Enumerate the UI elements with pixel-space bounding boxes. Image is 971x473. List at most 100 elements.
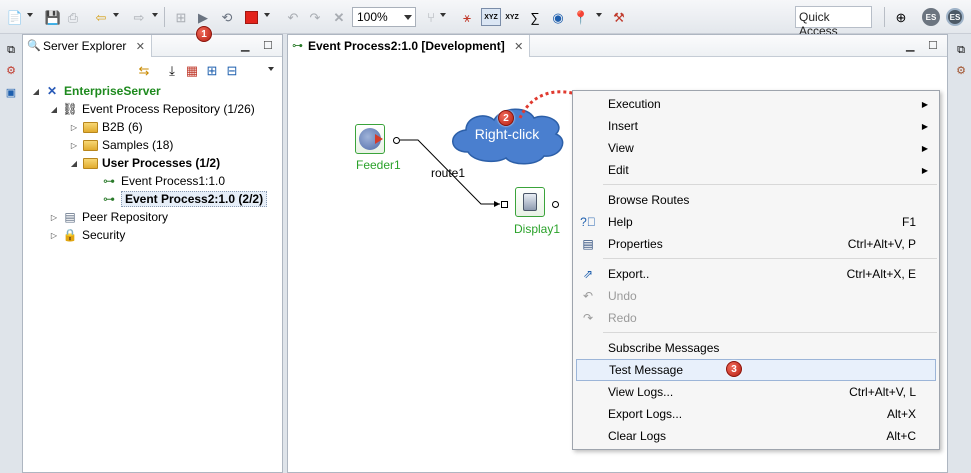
menu-item-redo[interactable]: ↷ Redo [576, 307, 936, 329]
tree-item-samples[interactable]: ▷ Samples (18) [69, 136, 173, 154]
tree-item-event-process-2[interactable]: ⊶ Event Process2:1.0 (2/2) [101, 190, 268, 208]
display-input-port[interactable] [501, 201, 508, 208]
print-icon[interactable]: ⎙ [64, 8, 82, 26]
expand-all-icon[interactable]: ⊞ [203, 61, 221, 79]
wand-icon[interactable]: ⚒ [610, 8, 628, 26]
menu-item-subscribe-messages[interactable]: Subscribe Messages [576, 337, 936, 359]
new-dropdown-arrow[interactable] [27, 13, 33, 17]
tree-item-event-process-repository[interactable]: ◢ ⛓ Event Process Repository (1/26) [49, 100, 255, 118]
menu-item-undo[interactable]: ↶ Undo [576, 285, 936, 307]
menu-item-label: Undo [608, 289, 637, 303]
open-perspective-icon[interactable]: ⊕ [892, 8, 910, 26]
feeder-node[interactable] [355, 124, 385, 154]
collapse-all-icon[interactable]: ⊟ [223, 61, 241, 79]
menu-item-label: View Logs... [608, 385, 674, 399]
menu-item-help[interactable]: ?⃝ Help F1 [576, 211, 936, 233]
menu-item-label: Test Message [609, 363, 684, 377]
monitor-icon[interactable]: ▣ [3, 84, 19, 100]
save-icon[interactable]: 💾 [44, 8, 62, 26]
stop-dropdown-arrow[interactable] [264, 13, 270, 17]
formula-icon[interactable]: ∑ [526, 8, 544, 26]
feeder-output-port[interactable] [393, 137, 400, 144]
minimize-icon[interactable]: ▁ [241, 39, 249, 52]
target-icon[interactable]: ◉ [549, 8, 567, 26]
stop-icon[interactable] [242, 8, 260, 26]
expanded-icon[interactable]: ◢ [31, 87, 41, 96]
forward-dropdown-arrow[interactable] [152, 13, 158, 17]
submenu-arrow-icon: ▶ [921, 143, 928, 153]
menu-item-edit[interactable]: Edit ▶ [576, 159, 936, 181]
tree-label: EnterpriseServer [64, 84, 161, 98]
maximize-icon[interactable]: ☐ [928, 39, 938, 52]
menu-item-insert[interactable]: Insert ▶ [576, 115, 936, 137]
menu-item-properties[interactable]: ▤ Properties Ctrl+Alt+V, P [576, 233, 936, 255]
new-icon[interactable]: 📄 [6, 8, 24, 26]
folder-icon [82, 119, 98, 135]
grid-icon[interactable]: ⊞ [172, 8, 190, 26]
palette-icon[interactable]: ⚙ [953, 62, 969, 78]
services-icon[interactable]: ⚙ [3, 62, 19, 78]
perspective-es-icon[interactable]: ES [922, 8, 940, 26]
tree-label: Event Process1:1.0 [121, 174, 226, 188]
view-menu-arrow[interactable] [268, 67, 274, 71]
back-icon[interactable]: ⇦ [92, 8, 110, 26]
server-icon: ✕ [46, 84, 58, 98]
run-icon[interactable]: ▶ [194, 8, 212, 26]
close-icon[interactable]: ✕ [136, 41, 145, 53]
quick-access-field[interactable]: Quick Access [795, 6, 872, 38]
collapsed-icon[interactable]: ▷ [49, 213, 59, 222]
menu-item-export-logs[interactable]: Export Logs... Alt+X [576, 403, 936, 425]
collapsed-icon[interactable]: ▷ [69, 123, 79, 132]
undo-toolbar-icon[interactable]: ↶ [284, 8, 302, 26]
connect-dropdown-arrow[interactable] [440, 13, 446, 17]
menu-item-execution[interactable]: Execution ▶ [576, 93, 936, 115]
network-icon[interactable]: ⚹ [458, 8, 476, 26]
menu-item-view-logs[interactable]: View Logs... Ctrl+Alt+V, L [576, 381, 936, 403]
restore-icon[interactable]: ⧉ [3, 42, 19, 58]
menu-item-label: Export.. [608, 267, 650, 281]
tree-item-user-processes[interactable]: ◢ User Processes (1/2) [69, 154, 220, 172]
menu-item-browse-routes[interactable]: Browse Routes [576, 189, 936, 211]
menu-item-clear-logs[interactable]: Clear Logs Alt+C [576, 425, 936, 447]
tab-server-explorer[interactable]: 🔍 Server Explorer ✕ [23, 35, 152, 57]
tree-item-enterprise-server[interactable]: ◢ ✕ EnterpriseServer [31, 82, 161, 100]
redo-toolbar-icon[interactable]: ↷ [306, 8, 324, 26]
menu-item-view[interactable]: View ▶ [576, 137, 936, 159]
menu-item-export[interactable]: ⇗ Export.. Ctrl+Alt+X, E [576, 263, 936, 285]
database-icon: ▤ [64, 210, 76, 224]
maximize-icon[interactable]: ☐ [263, 39, 273, 52]
process-icon: ⊶ [103, 174, 115, 188]
feeder-icon [359, 128, 383, 150]
expanded-icon[interactable]: ◢ [69, 159, 79, 168]
perspective-cs-icon[interactable]: ES [946, 8, 964, 26]
tree-item-peer-repository[interactable]: ▷ ▤ Peer Repository [49, 208, 168, 226]
restore-right-icon[interactable]: ⧉ [953, 42, 969, 58]
sync-icon[interactable]: ⇆ [135, 61, 153, 79]
collapsed-icon[interactable]: ▷ [49, 231, 59, 240]
forward-icon[interactable]: ⇨ [130, 8, 148, 26]
pin-dropdown-arrow[interactable] [596, 13, 602, 17]
display-node[interactable] [515, 187, 545, 217]
close-icon[interactable]: ✕ [514, 41, 523, 53]
xyz-icon[interactable]: XYZ [503, 8, 521, 26]
server-action-icon[interactable]: ▦ [183, 61, 201, 79]
expanded-icon[interactable]: ◢ [49, 105, 59, 114]
minimize-icon[interactable]: ▁ [906, 39, 914, 52]
collapsed-icon[interactable]: ▷ [69, 141, 79, 150]
zoom-select[interactable]: 100% [352, 7, 416, 27]
connect-icon[interactable]: ⑂ [422, 8, 440, 26]
tree-item-b2b[interactable]: ▷ B2B (6) [69, 118, 143, 136]
import-icon[interactable]: ⤓ [163, 61, 181, 79]
pin-icon[interactable]: 📍 [572, 8, 590, 26]
tab-event-process2[interactable]: ⊶ Event Process2:1.0 [Development] ✕ [288, 35, 531, 57]
display-output-port[interactable] [552, 201, 559, 208]
tree-label: Samples (18) [102, 138, 174, 152]
xyz-layout-icon[interactable]: XYZ [481, 8, 501, 26]
step-badge-1: 1 [196, 26, 212, 42]
tree-item-event-process-1[interactable]: ⊶ Event Process1:1.0 [101, 172, 225, 190]
tree-item-security[interactable]: ▷ 🔒 Security [49, 226, 125, 244]
back-dropdown-arrow[interactable] [113, 13, 119, 17]
restart-icon[interactable]: ⟲ [218, 8, 236, 26]
menu-item-test-message[interactable]: Test Message [576, 359, 936, 381]
delete-icon[interactable]: ✕ [330, 8, 348, 26]
